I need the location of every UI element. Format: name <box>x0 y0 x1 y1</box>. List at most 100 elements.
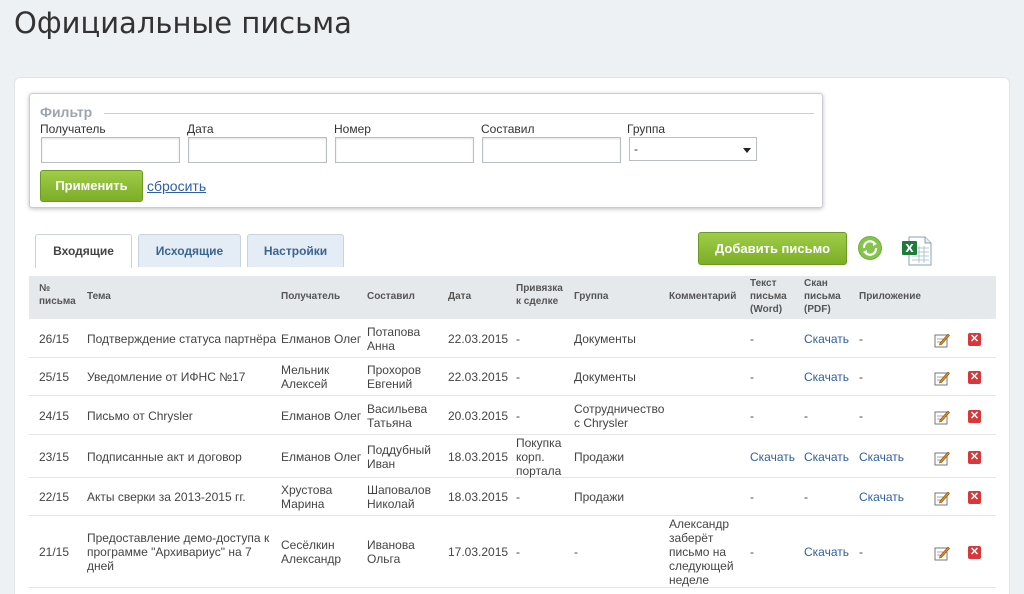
edit-icon[interactable] <box>934 545 950 561</box>
edit-icon[interactable] <box>934 409 950 425</box>
group-select[interactable]: - <box>629 137 757 161</box>
delete-icon[interactable]: ✕ <box>968 371 981 384</box>
cell-deal: - <box>516 409 520 423</box>
cell-recipient-line: Александр <box>281 552 342 566</box>
cell-recipient-line: Марина <box>281 497 325 511</box>
header-author: Составил <box>367 291 415 302</box>
cell-subject-line: дней <box>87 559 115 573</box>
edit-icon[interactable] <box>934 332 950 348</box>
cell-deal-line: - <box>516 545 520 559</box>
header-scan-2: письма <box>804 291 841 302</box>
delete-icon[interactable]: ✕ <box>968 333 981 346</box>
cell-deal-line: портала <box>516 464 562 478</box>
cell-author: Потапова Анна <box>367 325 420 353</box>
cell-deal: - <box>516 332 520 346</box>
table-row: 26/15 Подтверждение статуса партнёра Елман… <box>29 319 996 358</box>
cell-subject: Предоставление демо-доступа к программе "… <box>87 531 269 573</box>
cell-comment-line: Александр <box>669 517 730 531</box>
download-link[interactable]: Скачать <box>804 450 849 464</box>
header-subject: Тема <box>87 291 111 302</box>
cell-attach: - <box>859 332 863 346</box>
delete-icon[interactable]: ✕ <box>968 546 981 559</box>
add-letter-button[interactable]: Добавить письмо <box>698 232 847 265</box>
tab-outgoing[interactable]: Исходящие <box>138 234 241 267</box>
recipient-input[interactable] <box>41 137 180 163</box>
table-row: 23/15 Подписанные акт и договор Елманов Ол… <box>29 435 996 478</box>
cell-recipient-line: Хрустова <box>281 483 333 497</box>
header-deal-2: к сделке <box>516 296 559 307</box>
cell-group: - <box>574 545 578 559</box>
refresh-icon[interactable] <box>857 235 883 261</box>
header-comment: Комментарий <box>669 291 737 302</box>
cell-date: 18.03.2015 <box>448 450 509 464</box>
cell-recipient: Мельник Алексей <box>281 363 329 391</box>
cell-text: - <box>750 490 754 504</box>
cell-number: 23/15 <box>39 450 70 464</box>
header-text-2: письма <box>750 291 787 302</box>
cell-author-line: Николай <box>367 497 415 511</box>
edit-icon[interactable] <box>934 490 950 506</box>
cell-number: 21/15 <box>39 545 70 559</box>
cell-recipient-line: Алексей <box>281 377 328 391</box>
tab-settings[interactable]: Настройки <box>247 234 344 267</box>
cell-attach: - <box>859 409 863 423</box>
cell-group-line: с Chrysler <box>574 416 629 430</box>
cell-subject-line: программе "Архивариус" на 7 <box>87 545 252 559</box>
recipient-label: Получатель <box>40 122 106 136</box>
tab-incoming[interactable]: Входящие <box>35 234 132 268</box>
cell-author: Шаповалов Николай <box>367 483 431 511</box>
cell-deal-line: Покупка <box>516 436 562 450</box>
table-row: 25/15 Уведомление от ИФНС №17 Мельник Алекс… <box>29 358 996 396</box>
reset-link[interactable]: сбросить <box>147 178 206 194</box>
edit-icon[interactable] <box>934 370 950 386</box>
cell-recipient-line: Елманов Олег <box>281 409 362 423</box>
download-link[interactable]: Скачать <box>804 545 849 559</box>
header-number-1: № <box>39 283 51 294</box>
edit-icon[interactable] <box>934 450 950 466</box>
number-input[interactable] <box>335 137 474 163</box>
cell-subject-line: Подтверждение статуса партнёра <box>87 332 277 346</box>
download-link[interactable]: Скачать <box>859 490 904 504</box>
cell-recipient-line: Сесёлкин <box>281 538 335 552</box>
header-number-2: письма <box>39 296 76 307</box>
cell-author: Поддубный Иван <box>367 443 431 471</box>
download-link[interactable]: Скачать <box>750 450 795 464</box>
page-header: Официальные письма <box>0 0 1024 64</box>
cell-recipient-line: Елманов Олег <box>281 450 362 464</box>
cell-comment-line: неделе <box>669 573 709 587</box>
cell-deal: Покупка корп. портала <box>516 436 561 478</box>
cell-attach: - <box>859 370 863 384</box>
cell-date: 22.03.2015 <box>448 332 509 346</box>
cell-date: 22.03.2015 <box>448 370 509 384</box>
cell-subject-line: Письмо от Chrysler <box>87 409 193 423</box>
cell-author: Иванова Ольга <box>367 538 415 566</box>
delete-icon[interactable]: ✕ <box>968 451 981 464</box>
delete-icon[interactable]: ✕ <box>968 410 981 423</box>
delete-icon[interactable]: ✕ <box>968 491 981 504</box>
author-label: Составил <box>481 122 535 136</box>
download-link[interactable]: Скачать <box>859 450 904 464</box>
cell-author-line: Шаповалов <box>367 483 431 497</box>
cell-subject: Подтверждение статуса партнёра <box>87 332 276 346</box>
cell-author-line: Иван <box>367 457 396 471</box>
header-date: Дата <box>448 291 472 302</box>
cell-group: Сотрудничество с Chrysler <box>574 402 664 430</box>
excel-icon[interactable]: X <box>901 235 933 267</box>
download-link[interactable]: Скачать <box>804 332 849 346</box>
table-row: 24/15 Письмо от Chrysler Елманов Олег Васил… <box>29 396 996 435</box>
cell-scan: - <box>804 409 808 423</box>
header-scan-1: Скан <box>804 278 828 289</box>
cell-subject-line: Предоставление демо-доступа к <box>87 531 270 545</box>
download-link[interactable]: Скачать <box>804 370 849 384</box>
cell-number: 24/15 <box>39 409 70 423</box>
cell-comment: Александр заберёт письмо на следующей неделе <box>669 517 734 587</box>
cell-subject-line: Подписанные акт и договор <box>87 450 242 464</box>
cell-group-line: - <box>574 545 578 559</box>
apply-button[interactable]: Применить <box>40 170 143 202</box>
cell-subject: Подписанные акт и договор <box>87 450 242 464</box>
cell-number: 26/15 <box>39 332 70 346</box>
author-input[interactable] <box>482 137 621 163</box>
date-input[interactable] <box>188 137 327 163</box>
cell-author-line: Васильева <box>367 402 428 416</box>
cell-date: 18.03.2015 <box>448 490 509 504</box>
